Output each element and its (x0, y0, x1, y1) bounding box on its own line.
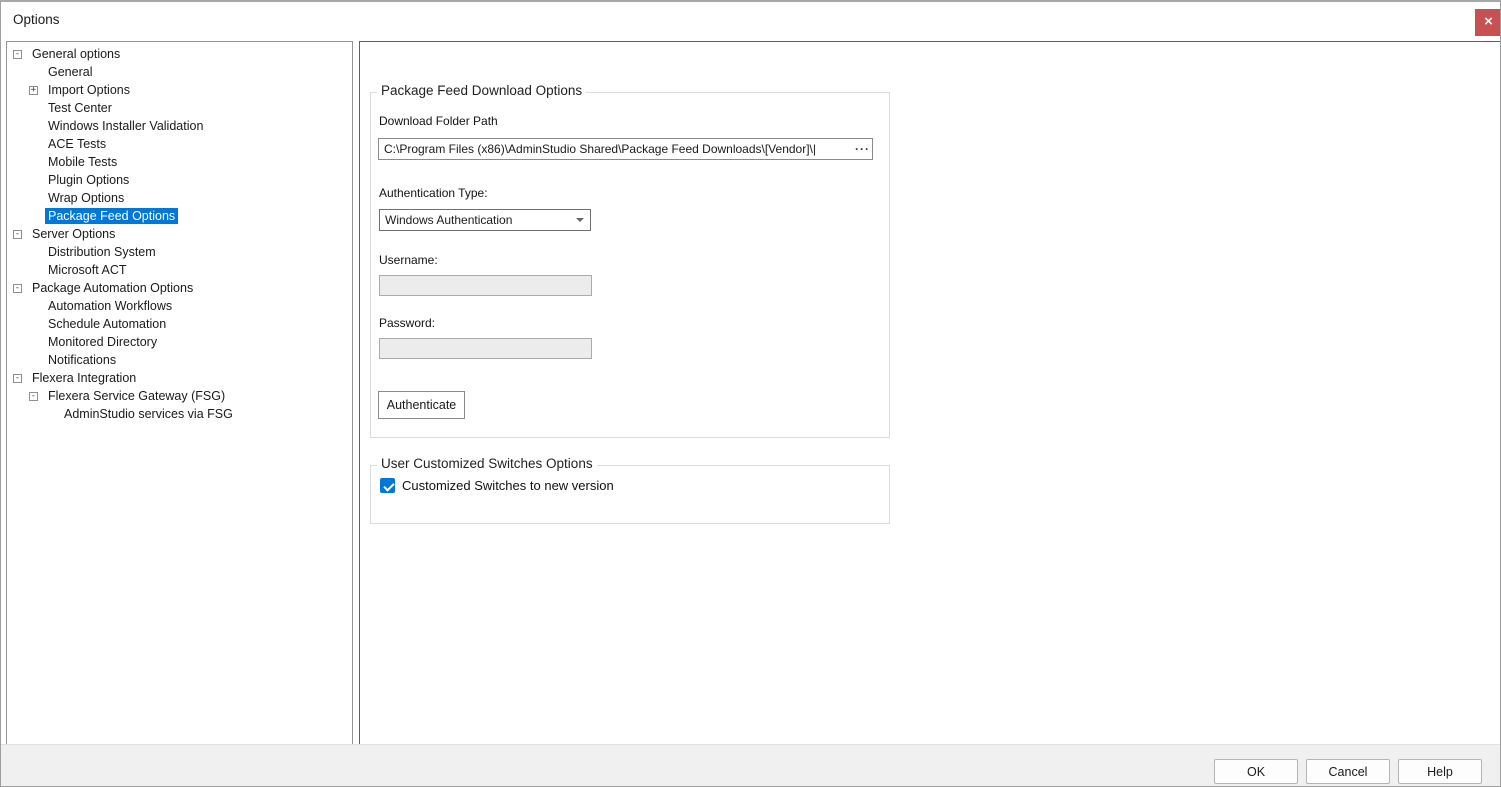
tree-item-label: Flexera Integration (29, 370, 139, 386)
options-dialog: Options × - General options General + Im… (0, 0, 1501, 787)
download-folder-path-input[interactable] (379, 140, 855, 158)
download-folder-path-label: Download Folder Path (379, 114, 498, 128)
tree-item-label: ACE Tests (45, 136, 109, 152)
tree-item[interactable]: AdminStudio services via FSG (7, 405, 352, 423)
tree-item[interactable]: Schedule Automation (7, 315, 352, 333)
tree-item[interactable]: Package Feed Options (7, 207, 352, 225)
package-feed-download-options-group: Package Feed Download Options Download F… (370, 92, 890, 438)
tree-item[interactable]: Automation Workflows (7, 297, 352, 315)
tree-item-label: Notifications (45, 352, 119, 368)
browse-ellipsis-button[interactable]: ··· (855, 139, 872, 159)
expand-collapse-icon[interactable]: - (29, 392, 38, 401)
tree-item[interactable]: + Import Options (7, 81, 352, 99)
tree-item-label: Wrap Options (45, 190, 127, 206)
tree-item[interactable]: - Flexera Integration (7, 369, 352, 387)
expand-collapse-icon[interactable]: - (13, 230, 22, 239)
tree-item-label: Import Options (45, 82, 133, 98)
customized-switches-label: Customized Switches to new version (402, 478, 614, 493)
password-field[interactable] (379, 338, 592, 359)
tree-item[interactable]: Wrap Options (7, 189, 352, 207)
tree-item-label: Test Center (45, 100, 115, 116)
dialog-footer: OK Cancel Help (1, 744, 1500, 786)
tree-item[interactable]: Distribution System (7, 243, 352, 261)
password-label: Password: (379, 316, 435, 330)
tree-item-label: General options (29, 46, 123, 62)
tree-item-label: General (45, 64, 95, 80)
help-button[interactable]: Help (1398, 759, 1482, 784)
customized-switches-row: Customized Switches to new version (380, 478, 614, 493)
close-icon: × (1484, 14, 1493, 29)
tree-item-label: Microsoft ACT (45, 262, 130, 278)
tree-item-label: Schedule Automation (45, 316, 169, 332)
tree-item[interactable]: ACE Tests (7, 135, 352, 153)
customized-switches-checkbox[interactable] (380, 478, 395, 493)
tree-item-label: Flexera Service Gateway (FSG) (45, 388, 228, 404)
tree-item-label: Package Feed Options (45, 208, 178, 224)
tree-item[interactable]: Microsoft ACT (7, 261, 352, 279)
expand-collapse-icon[interactable]: - (13, 374, 22, 383)
cancel-button[interactable]: Cancel (1306, 759, 1390, 784)
authentication-type-dropdown[interactable]: Windows Authentication (379, 209, 591, 231)
username-label: Username: (379, 253, 438, 267)
tree-item[interactable]: Mobile Tests (7, 153, 352, 171)
tree-item[interactable]: - Flexera Service Gateway (FSG) (7, 387, 352, 405)
tree-item-label: Mobile Tests (45, 154, 120, 170)
tree-item[interactable]: Test Center (7, 99, 352, 117)
tree-item-label: Distribution System (45, 244, 159, 260)
tree-item[interactable]: Plugin Options (7, 171, 352, 189)
expand-collapse-icon[interactable]: - (13, 284, 22, 293)
options-tree: - General options General + Import Optio… (6, 41, 353, 746)
tree-item-label: AdminStudio services via FSG (61, 406, 236, 422)
tree-item[interactable]: Windows Installer Validation (7, 117, 352, 135)
content-panel: Package Feed Download Options Download F… (359, 41, 1501, 745)
username-field[interactable] (379, 275, 592, 296)
tree-item[interactable]: - General options (7, 45, 352, 63)
expand-collapse-icon[interactable]: - (13, 50, 22, 59)
expand-collapse-icon[interactable]: + (29, 86, 38, 95)
ok-button[interactable]: OK (1214, 759, 1298, 784)
dialog-title: Options (13, 2, 60, 40)
close-button[interactable]: × (1475, 9, 1501, 36)
tree-item[interactable]: Monitored Directory (7, 333, 352, 351)
user-customized-switches-options-group: User Customized Switches Options Customi… (370, 465, 890, 524)
group-title: User Customized Switches Options (377, 456, 597, 471)
tree-item-label: Package Automation Options (29, 280, 196, 296)
chevron-down-icon (570, 218, 590, 222)
authentication-type-label: Authentication Type: (379, 186, 488, 200)
tree-item-label: Plugin Options (45, 172, 132, 188)
download-folder-path-wrap: ··· (378, 138, 873, 160)
authentication-type-value: Windows Authentication (380, 213, 570, 227)
title-bar: Options × (1, 2, 1500, 40)
tree-item-label: Monitored Directory (45, 334, 160, 350)
tree-item-label: Automation Workflows (45, 298, 175, 314)
tree-item[interactable]: - Package Automation Options (7, 279, 352, 297)
tree-item[interactable]: Notifications (7, 351, 352, 369)
tree-item[interactable]: - Server Options (7, 225, 352, 243)
tree-item-label: Windows Installer Validation (45, 118, 206, 134)
tree-item-label: Server Options (29, 226, 118, 242)
tree-item[interactable]: General (7, 63, 352, 81)
group-title: Package Feed Download Options (377, 83, 586, 98)
authenticate-button[interactable]: Authenticate (378, 391, 465, 419)
